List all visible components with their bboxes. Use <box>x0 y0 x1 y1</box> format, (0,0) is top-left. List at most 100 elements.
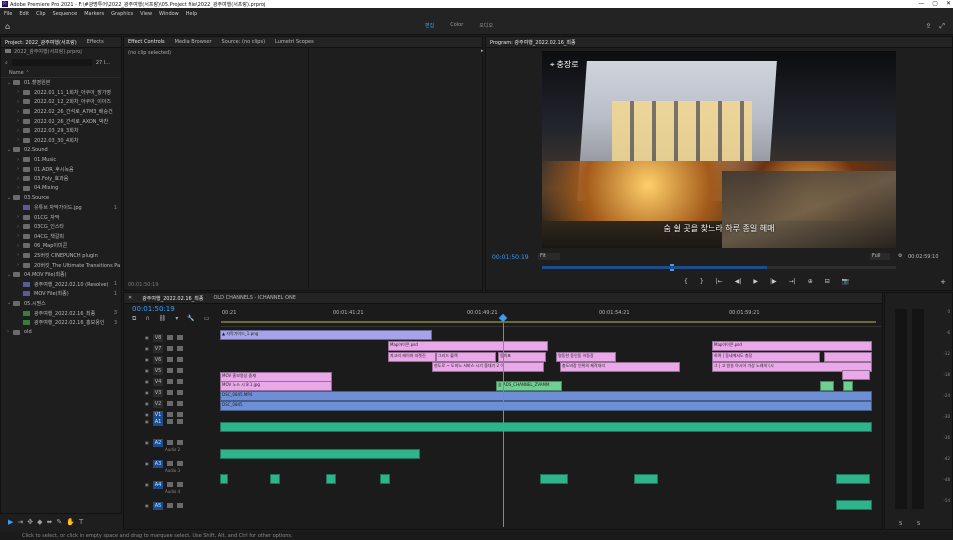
meter-solo-right[interactable]: S <box>917 521 920 527</box>
v6-clip[interactable]: 명동한 동인동 이동장 <box>556 352 616 362</box>
menu-sequence[interactable]: Sequence <box>53 11 78 17</box>
tab-project[interactable]: Project: 2022_광주여행(서프랑) <box>5 39 77 46</box>
project-item[interactable]: › 03CG_인스타 <box>1 222 121 232</box>
track-name[interactable]: A3 <box>153 459 163 468</box>
track-name[interactable]: A2 <box>153 438 163 447</box>
menu-edit[interactable]: Edit <box>19 11 29 17</box>
project-item[interactable]: › 06_Map이미콘 <box>1 241 121 251</box>
sync-lock-icon[interactable] <box>167 379 173 384</box>
track-header-v4[interactable]: ▣ V4 <box>127 376 220 387</box>
project-item[interactable]: 광주여행_2022.02.10 (Resolve) 1 <box>1 279 121 289</box>
project-item[interactable]: › 2022.01_11_1회차_아쿠아_장가영 <box>1 88 121 98</box>
menu-file[interactable]: File <box>4 11 12 17</box>
track-name[interactable]: V5 <box>153 366 163 375</box>
mute-icon[interactable] <box>167 461 173 466</box>
audio-clip-a4[interactable] <box>326 474 336 484</box>
home-icon[interactable]: ⌂ <box>5 22 14 31</box>
v5-clip[interactable]: 현도로 ~ 도미노 서비스 시기 중대기 2 이 <box>432 362 544 372</box>
audio-clip-a4[interactable] <box>220 474 228 484</box>
go-to-in-button[interactable]: |← <box>716 278 723 285</box>
eye-icon[interactable] <box>177 379 183 384</box>
project-item[interactable]: › 25버킷 CINEPUNCH plugin <box>1 251 121 261</box>
mute-icon[interactable] <box>167 419 173 424</box>
track-header-v3[interactable]: ▣ V3 <box>127 387 220 398</box>
v8-clip[interactable]: ▲ 자막가이드_1.png <box>220 330 432 340</box>
type-tool-icon[interactable]: T <box>79 518 83 526</box>
audio-clip-a3[interactable] <box>220 449 420 459</box>
project-item[interactable]: › 03.Foly_효과음 <box>1 174 121 184</box>
track-name[interactable]: A5 <box>153 501 163 510</box>
sync-lock-icon[interactable] <box>167 346 173 351</box>
v6-clip[interactable]: 자고리 헤이마 지렛진 <box>388 352 436 362</box>
solo-icon[interactable] <box>177 419 183 424</box>
razor-tool-icon[interactable]: ◆ <box>37 518 42 526</box>
track-header-v8[interactable]: ▣ V8 <box>127 332 220 343</box>
track-name[interactable]: V2 <box>153 399 163 408</box>
program-video-frame[interactable]: ⌖ 충장로 숨 쉴 곳을 찾느라 하루 종일 헤매 <box>542 51 896 248</box>
track-select-tool-icon[interactable]: ⇥ <box>17 518 23 526</box>
project-item[interactable]: › 2022.02_26_간석로_A7M3_배승건 <box>1 107 121 117</box>
audio-clip-a4[interactable] <box>380 474 390 484</box>
v3-clip[interactable]: MOV 노스 시 8 1.jpg <box>220 381 332 391</box>
lock-icon[interactable]: ▣ <box>145 390 150 395</box>
project-item[interactable]: › 01.Music <box>1 155 121 165</box>
tab-lumetri-scopes[interactable]: Lumetri Scopes <box>275 39 314 45</box>
workspace-tab-audio[interactable]: 오디오 <box>479 22 493 29</box>
mute-icon[interactable] <box>167 503 173 508</box>
timeline-close-icon[interactable]: ✕ <box>128 295 132 301</box>
v4-clip[interactable] <box>842 370 870 380</box>
eye-icon[interactable] <box>177 390 183 395</box>
track-name[interactable]: V4 <box>153 377 163 386</box>
step-back-button[interactable]: ◀| <box>735 278 742 285</box>
eye-icon[interactable] <box>177 401 183 406</box>
project-item[interactable]: 광주여행_2022.02.16_홍보용인 3 <box>1 318 121 328</box>
linked-selection-icon[interactable]: ⛓ <box>159 315 167 323</box>
v7-clip[interactable]: Map아이콘.psd <box>388 341 548 351</box>
v6-clip[interactable]: 그리드 블랙 <box>436 352 496 362</box>
lock-icon[interactable]: ▣ <box>145 461 150 466</box>
work-area-bar[interactable] <box>221 321 876 323</box>
step-forward-button[interactable]: |▶ <box>770 278 777 285</box>
menu-graphics[interactable]: Graphics <box>111 11 133 17</box>
project-item[interactable]: ⌄ 05.시퀀스 <box>1 299 121 309</box>
v5-clip[interactable]: 충도비장 인위의 제작대리 <box>560 362 680 372</box>
menu-view[interactable]: View <box>140 11 152 17</box>
insert-button[interactable]: ⊕ <box>808 278 813 285</box>
solo-icon[interactable] <box>177 440 183 445</box>
timeline-timecode[interactable]: 00:01:50:19 <box>132 305 175 313</box>
minimize-button[interactable]: — <box>918 0 924 8</box>
track-name[interactable]: V6 <box>153 355 163 364</box>
lock-icon[interactable]: ▣ <box>145 440 150 445</box>
tab-source[interactable]: Source: (no clips) <box>222 39 265 45</box>
lock-icon[interactable]: ▣ <box>145 503 150 508</box>
eye-icon[interactable] <box>177 357 183 362</box>
track-name[interactable]: V3 <box>153 388 163 397</box>
audio-clip-a4[interactable] <box>836 474 870 484</box>
project-search-input[interactable] <box>11 59 92 66</box>
maximize-button[interactable]: ▢ <box>932 0 938 8</box>
project-item[interactable]: › 2022.03_30_4회차 <box>1 136 121 146</box>
audio-clip-a5[interactable] <box>836 500 872 510</box>
project-item[interactable]: MOV File(최종) 1 <box>1 289 121 299</box>
workspace-tab-color[interactable]: Color <box>450 22 463 29</box>
eye-icon[interactable] <box>177 346 183 351</box>
lock-icon[interactable]: ▣ <box>145 357 150 362</box>
audio-clip-a4[interactable] <box>270 474 280 484</box>
track-header-a5[interactable]: ▣ A5 <box>127 500 220 511</box>
sync-lock-icon[interactable] <box>167 335 173 340</box>
wrench-icon[interactable]: ⚙ <box>898 253 902 259</box>
go-to-out-button[interactable]: →| <box>789 278 796 285</box>
sync-lock-icon[interactable] <box>167 368 173 373</box>
program-scrubber[interactable] <box>542 264 896 271</box>
tab-media-browser[interactable]: Media Browser <box>175 39 212 45</box>
track-name[interactable]: A4 <box>153 480 163 489</box>
v6-clip[interactable]: 동의표 <box>498 352 546 362</box>
solo-icon[interactable] <box>177 461 183 466</box>
meter-solo-left[interactable]: S <box>899 521 902 527</box>
tab-old-channels[interactable]: OLD CHANNELS - ICHANNEL ONE <box>213 295 295 301</box>
v3-clip[interactable] <box>820 381 834 391</box>
ripple-edit-tool-icon[interactable]: ✥ <box>27 518 33 526</box>
export-frame-button[interactable]: 📷 <box>842 278 849 285</box>
nest-icon[interactable]: ⧉ <box>132 315 136 323</box>
project-item[interactable]: › old <box>1 327 121 337</box>
